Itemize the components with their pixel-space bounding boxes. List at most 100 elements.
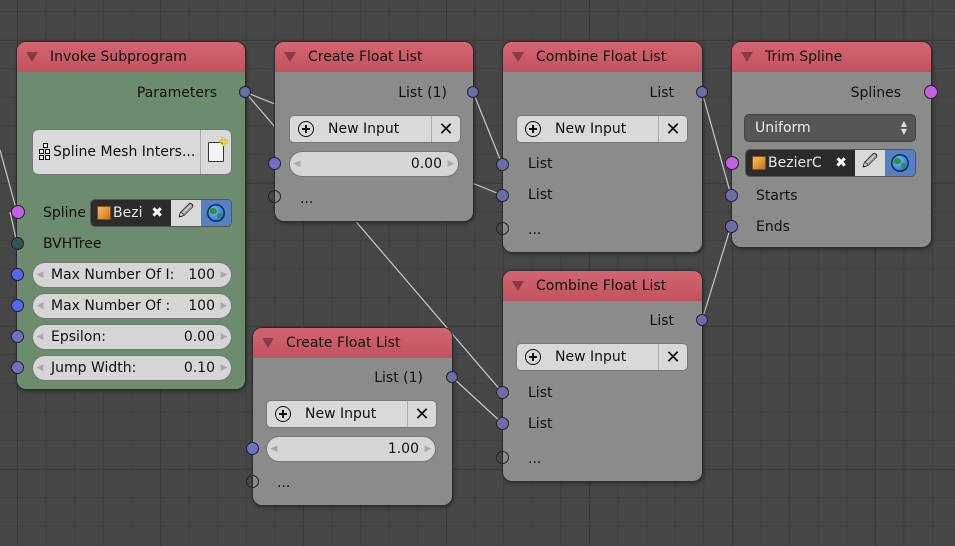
increment-arrow-icon[interactable]: ▶ [217,270,231,280]
collapse-triangle-icon[interactable] [512,281,524,291]
increment-arrow-icon[interactable]: ▶ [421,444,435,454]
jump-width-field[interactable]: ◀ Jump Width: 0.10 ▶ [33,356,231,380]
node-create-float-list-2[interactable]: Create Float List List (1) New Input ✕ ◀… [246,328,458,505]
new-subprogram-button[interactable] [200,130,231,174]
decrement-arrow-icon[interactable]: ◀ [33,332,47,342]
value-field[interactable]: ◀ 1.00 ▶ [267,437,435,461]
field-label: Max Number Of : [51,298,171,314]
input-socket-new[interactable] [246,475,259,488]
collapse-triangle-icon[interactable] [284,52,296,62]
decrement-arrow-icon[interactable]: ◀ [267,444,281,454]
new-input-button[interactable]: New Input ✕ [290,116,460,142]
input-socket-spline[interactable] [11,205,25,219]
remove-inputs-button[interactable]: ✕ [658,344,687,370]
field-value: 1.00 [387,441,419,457]
value-field[interactable]: ◀ 0.00 ▶ [290,152,458,176]
input-socket-list-2[interactable] [496,417,509,430]
input-socket-epsilon[interactable] [11,330,24,343]
input-socket-new[interactable] [496,222,509,235]
eyedropper-icon: 🖉 [178,201,194,220]
clear-object-icon[interactable]: ✖ [151,205,163,221]
input-socket-list-1[interactable] [496,386,509,399]
input-socket-new[interactable] [268,190,281,203]
output-socket-splines[interactable] [924,85,938,99]
node-combine-float-list-2[interactable]: Combine Float List List New Input ✕ List… [496,271,708,481]
updown-arrows-icon: ▲ ▼ [900,119,908,136]
input-socket-ends[interactable] [725,220,738,233]
collapse-triangle-icon[interactable] [512,52,524,62]
field-value: 0.10 [183,360,215,376]
node-header[interactable]: Create Float List [275,42,473,72]
link-create2-to-combine2 [451,376,503,424]
increment-arrow-icon[interactable]: ▶ [217,332,231,342]
object-cube-icon [752,156,766,170]
spline-object-field[interactable]: BezierC ✖ 🖉 [746,150,915,176]
increment-arrow-icon[interactable]: ▶ [444,159,458,169]
globe-icon [207,204,225,222]
spline-object-field[interactable]: Bezi ✖ 🖉 [91,200,231,226]
decrement-arrow-icon[interactable]: ◀ [33,301,47,311]
input-socket-value[interactable] [246,442,259,455]
remove-inputs-button[interactable]: ✕ [658,116,687,142]
input-label-ends: Ends [756,219,790,235]
link-create1-to-combine1 [472,91,503,165]
node-title: Trim Spline [765,49,843,65]
object-cube-icon [97,206,111,220]
remove-inputs-button[interactable]: ✕ [407,401,436,427]
input-socket-max-number-1[interactable] [11,268,24,281]
eyedropper-button[interactable]: 🖉 [171,200,201,226]
remove-inputs-button[interactable]: ✕ [431,116,460,142]
output-socket-list[interactable] [696,86,708,98]
collapse-triangle-icon[interactable] [741,52,753,62]
node-invoke-subprogram[interactable]: Invoke Subprogram Parameters Spline Mesh… [11,42,251,389]
object-name-field[interactable]: BezierC ✖ [746,150,855,176]
decrement-arrow-icon[interactable]: ◀ [33,363,47,373]
node-create-float-list-1[interactable]: Create Float List List (1) New Input ✕ ◀… [268,42,479,221]
world-space-toggle[interactable] [885,150,915,176]
output-socket-list[interactable] [446,371,458,383]
input-socket-value[interactable] [268,157,281,170]
input-socket-starts[interactable] [725,189,738,202]
output-socket-list[interactable] [467,86,479,98]
input-label-list: List [528,156,553,172]
new-input-button[interactable]: New Input ✕ [267,401,436,427]
node-combine-float-list-1[interactable]: Combine Float List List New Input ✕ List… [496,42,708,252]
new-input-button[interactable]: New Input ✕ [517,344,687,370]
decrement-arrow-icon[interactable]: ◀ [290,159,304,169]
new-input-label: New Input [555,121,627,137]
collapse-triangle-icon[interactable] [26,52,38,62]
input-socket-spline[interactable] [725,156,739,170]
input-socket-max-number-2[interactable] [11,299,24,312]
increment-arrow-icon[interactable]: ▶ [217,301,231,311]
input-label-spline: Spline [43,205,87,221]
input-socket-new[interactable] [496,451,509,464]
subprogram-selector[interactable]: Spline Mesh Inters... [33,130,231,174]
clear-object-icon[interactable]: ✖ [835,155,847,171]
epsilon-field[interactable]: ◀ Epsilon: 0.00 ▶ [33,325,231,349]
input-socket-jump-width[interactable] [11,361,24,374]
field-value: 0.00 [183,329,215,345]
eyedropper-button[interactable]: 🖉 [855,150,885,176]
subprogram-name: Spline Mesh Inters... [53,144,196,160]
collapse-triangle-icon[interactable] [262,338,274,348]
node-header[interactable]: Create Float List [253,328,452,358]
decrement-arrow-icon[interactable]: ◀ [33,270,47,280]
max-number-field-1[interactable]: ◀ Max Number Of I: 100 ▶ [33,263,231,287]
max-number-field-2[interactable]: ◀ Max Number Of : 100 ▶ [33,294,231,318]
node-header[interactable]: Combine Float List [503,42,702,72]
output-socket-list[interactable] [696,314,708,326]
mode-dropdown[interactable]: Uniform ▲ ▼ [745,115,915,141]
node-header[interactable]: Combine Float List [503,271,702,301]
output-socket-parameters[interactable] [239,86,251,98]
input-socket-list-1[interactable] [496,158,509,171]
increment-arrow-icon[interactable]: ▶ [217,363,231,373]
object-name-field[interactable]: Bezi ✖ [91,200,171,226]
new-input-button[interactable]: New Input ✕ [517,116,687,142]
node-header[interactable]: Trim Spline [732,42,931,72]
input-socket-list-2[interactable] [496,189,509,202]
node-trim-spline[interactable]: Trim Spline Splines Uniform ▲ ▼ BezierC ✖… [725,42,938,247]
node-header[interactable]: Invoke Subprogram [17,42,245,72]
world-space-toggle[interactable] [201,200,231,226]
plus-circle-icon [275,406,291,422]
input-socket-bvhtree[interactable] [11,237,24,250]
